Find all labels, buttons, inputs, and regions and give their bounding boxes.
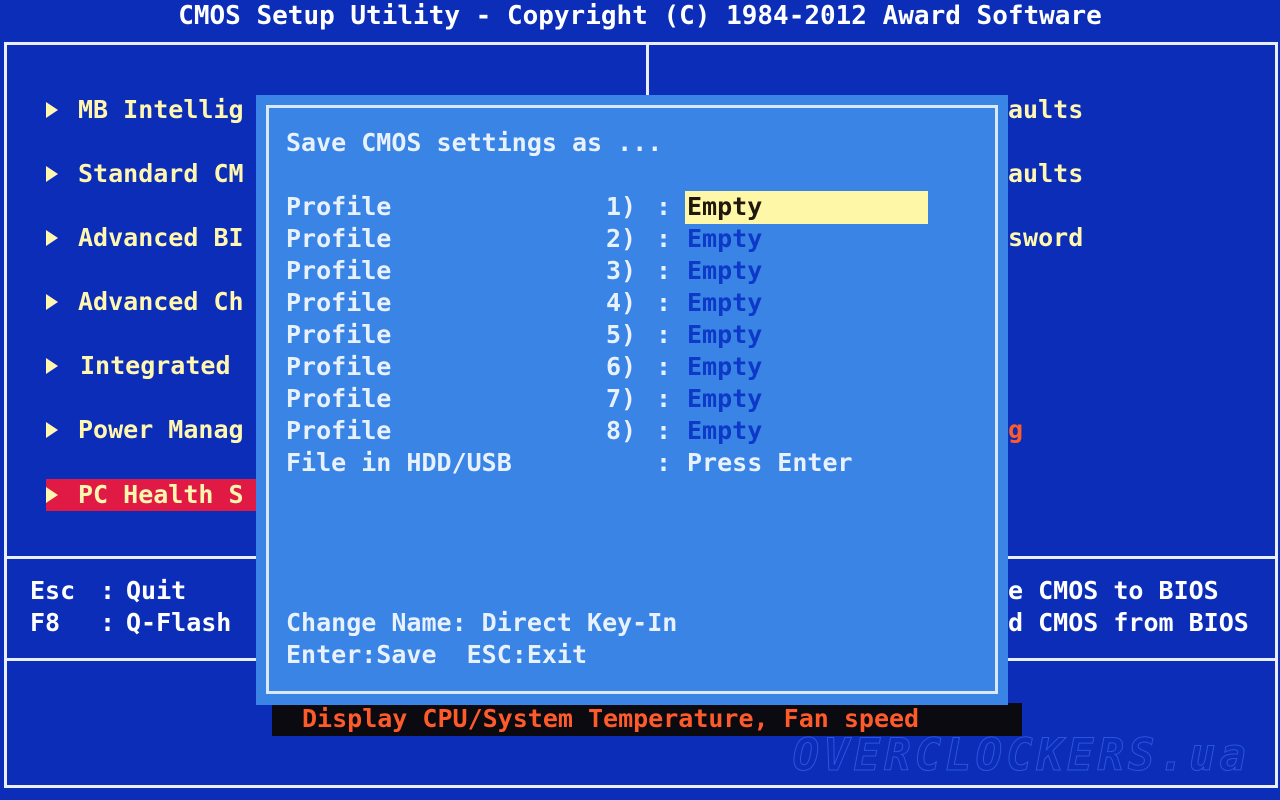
profile-number: 3): [606, 256, 637, 285]
right-menu-fragment[interactable]: aults: [1008, 94, 1083, 126]
menu-item-label: Power Manag: [78, 415, 244, 444]
file-label: File in HDD/USB: [286, 448, 512, 477]
hotkey-key: Esc: [30, 576, 76, 605]
profile-separator: :: [656, 256, 672, 285]
menu-item-label: Advanced Ch: [78, 287, 244, 316]
right-menu-fragment[interactable]: aults: [1008, 158, 1083, 190]
profile-value[interactable]: Empty: [687, 223, 762, 255]
menu-item-advanced-bios[interactable]: Advanced BI: [46, 222, 256, 254]
profile-label: Profile: [286, 224, 392, 253]
profile-number: 6): [606, 352, 637, 381]
profile-separator: :: [656, 384, 672, 413]
profile-label: Profile: [286, 256, 392, 285]
hotkey-separator: :: [100, 576, 116, 605]
profile-number: 5): [606, 320, 637, 349]
menu-item-label: Standard CM: [78, 159, 244, 188]
profile-number: 7): [606, 384, 637, 413]
triangle-right-icon: [46, 230, 58, 246]
file-separator: :: [656, 448, 672, 477]
profile-number: 2): [606, 224, 637, 253]
profile-value[interactable]: Empty: [687, 255, 762, 287]
profile-label: Profile: [286, 384, 392, 413]
profile-label: Profile: [286, 352, 392, 381]
menu-item-power-management[interactable]: Power Manag: [46, 414, 256, 446]
profile-separator: :: [656, 352, 672, 381]
profile-value[interactable]: Empty: [687, 351, 762, 383]
profile-value[interactable]: Empty: [687, 191, 762, 223]
hotkey-action[interactable]: Quit: [126, 575, 186, 607]
menu-item-label: MB Intellig: [78, 95, 244, 124]
profile-value[interactable]: Empty: [687, 319, 762, 351]
profile-number: 4): [606, 288, 637, 317]
profile-value[interactable]: Empty: [687, 287, 762, 319]
file-value[interactable]: Press Enter: [687, 447, 853, 479]
menu-item-integrated[interactable]: Integrated: [46, 350, 256, 382]
triangle-right-icon: [46, 422, 58, 438]
profile-number: 8): [606, 416, 637, 445]
profile-label: Profile: [286, 192, 392, 221]
menu-item-label: PC Health S: [78, 480, 244, 509]
profile-label: Profile: [286, 416, 392, 445]
triangle-right-icon: [46, 102, 58, 118]
triangle-right-icon: [46, 294, 58, 310]
menu-item-mb-intelligent[interactable]: MB Intellig: [46, 94, 256, 126]
menu-item-pc-health[interactable]: PC Health S: [46, 479, 256, 511]
menu-item-label: Advanced BI: [78, 223, 244, 252]
right-menu-fragment[interactable]: g: [1008, 414, 1023, 446]
dialog-heading: Save CMOS settings as ...: [286, 128, 663, 157]
triangle-right-icon: [46, 166, 58, 182]
triangle-right-icon: [46, 358, 58, 374]
profile-value[interactable]: Empty: [687, 383, 762, 415]
window-title: CMOS Setup Utility - Copyright (C) 1984-…: [178, 1, 1102, 31]
profile-value[interactable]: Empty: [687, 415, 762, 447]
hotkey-fragment[interactable]: d CMOS from BIOS: [1008, 607, 1249, 639]
help-change-name: Change Name: Direct Key-In: [286, 608, 678, 637]
profile-separator: :: [656, 288, 672, 317]
help-keys: Enter:Save ESC:Exit: [286, 640, 588, 669]
menu-item-advanced-chipset[interactable]: Advanced Ch: [46, 286, 256, 318]
right-menu-fragment[interactable]: sword: [1008, 222, 1083, 254]
hotkey-action[interactable]: Q-Flash: [126, 607, 231, 639]
hotkey-fragment[interactable]: e CMOS to BIOS: [1008, 575, 1219, 607]
watermark: OVERCLOCKERS.ua: [792, 730, 1250, 782]
profile-label: Profile: [286, 320, 392, 349]
menu-item-label: Integrated: [80, 351, 231, 380]
hotkey-key: F8: [30, 608, 61, 637]
profile-separator: :: [656, 416, 672, 445]
profile-number: 1): [606, 192, 637, 221]
triangle-right-icon: [46, 487, 58, 503]
profile-separator: :: [656, 320, 672, 349]
profile-separator: :: [656, 192, 672, 221]
profile-label: Profile: [286, 288, 392, 317]
menu-item-standard-cmos[interactable]: Standard CM: [46, 158, 256, 190]
hotkey-separator: :: [100, 608, 116, 637]
profile-separator: :: [656, 224, 672, 253]
